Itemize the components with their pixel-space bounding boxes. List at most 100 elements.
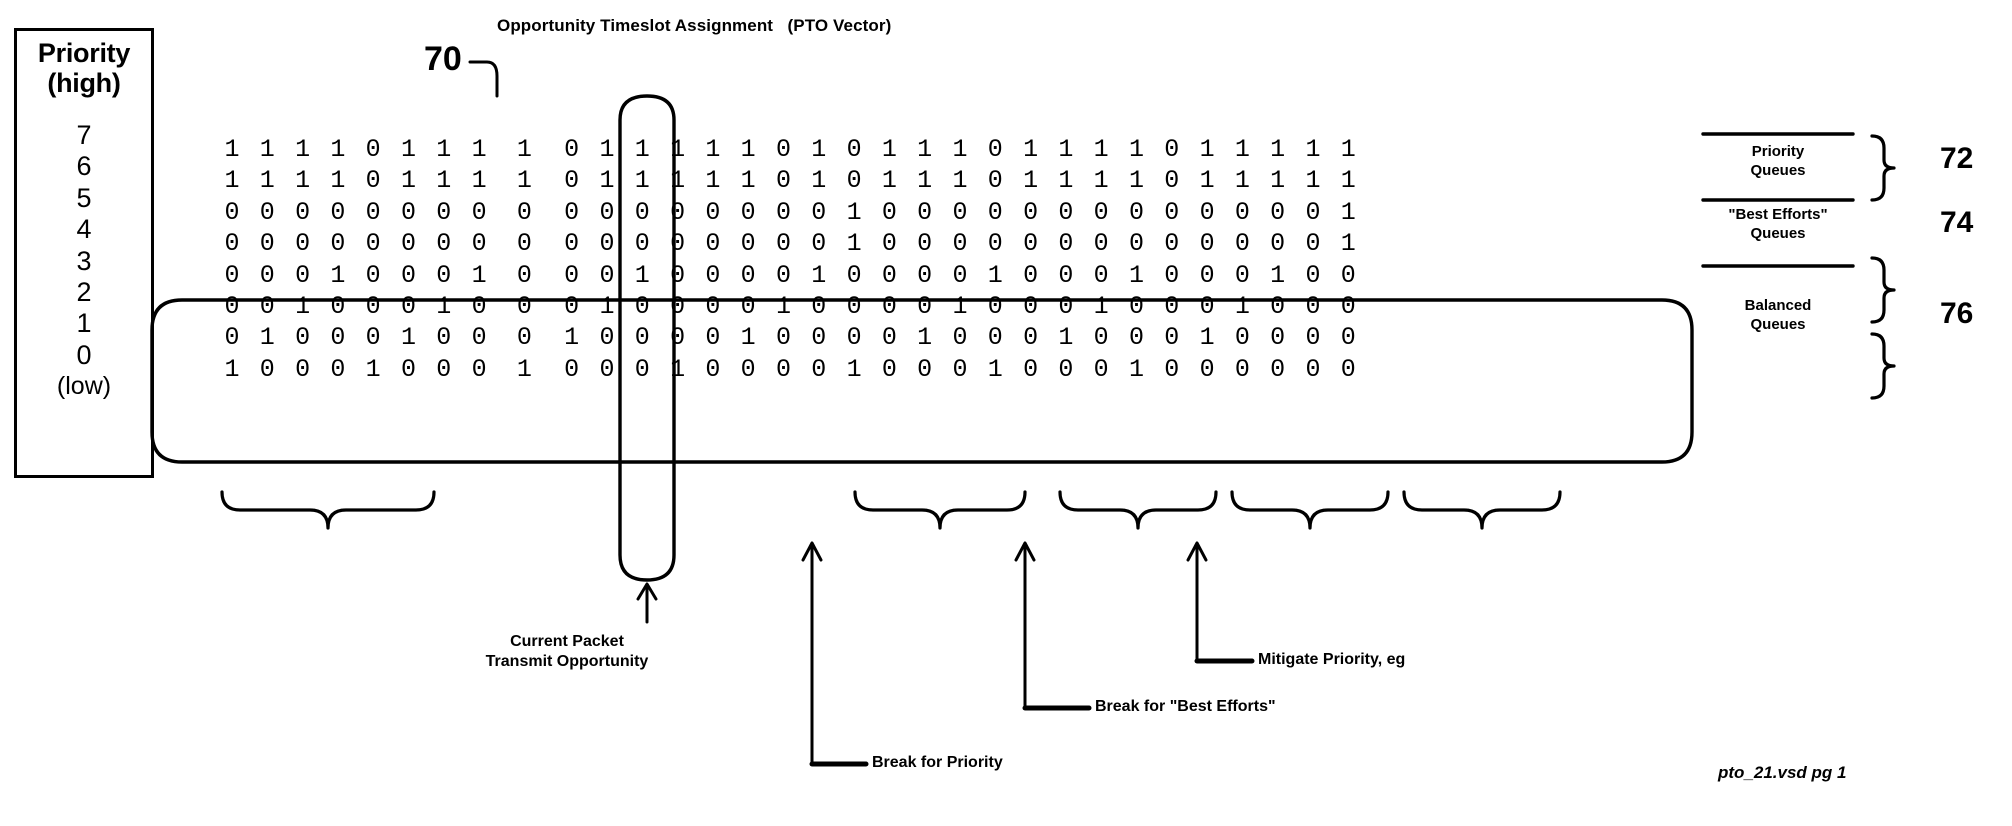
bit-p7-c16: 1 [811,135,827,164]
bit-p1-c28: 0 [1234,323,1250,353]
bit-p4-c26: 0 [1164,229,1180,259]
bit-p4-c15: 0 [775,229,791,259]
bit-p4-c23: 0 [1058,229,1074,259]
bit-p0-c26: 0 [1164,354,1180,384]
bit-p0-current: 1 [516,354,532,384]
bit-p6-c1: 1 [259,166,275,196]
bit-p3-c9: 0 [564,260,580,290]
bit-p1-c11: 0 [634,323,650,353]
bit-p3-c28: 0 [1234,260,1250,290]
bit-p1-c12: 0 [670,323,686,353]
bit-p3-c31: 0 [1340,260,1356,290]
bit-p2-c30: 0 [1305,292,1321,321]
bit-p4-c17: 1 [846,229,862,259]
bit-p0-c10: 0 [599,354,615,384]
bit-p5-c2: 0 [295,197,311,227]
bit-p3-c17: 0 [846,260,862,290]
bit-p6-c13: 1 [705,166,721,196]
bit-p3-c7: 1 [471,260,487,290]
bit-p4-c22: 0 [1023,229,1039,259]
bit-p1-c2: 0 [295,323,311,353]
bit-p2-c25: 0 [1128,292,1144,321]
bit-p3-c21: 1 [987,260,1003,290]
priority-box-footer: (low) [56,372,112,401]
bit-p6-c3: 1 [330,166,346,196]
bit-p5-c0: 0 [224,197,240,227]
bit-p1-c23: 1 [1058,323,1074,353]
bit-p6-c5: 1 [400,166,416,196]
bit-p4-c18: 0 [881,229,897,259]
bit-p6-c11: 1 [634,166,650,196]
bit-p6-c27: 1 [1199,166,1215,196]
bit-p5-c1: 0 [259,197,275,227]
bit-p5-c13: 0 [705,197,721,227]
priority-level-list: 7 6 5 4 3 2 1 0 (low) [17,120,151,402]
bit-p2-c10: 1 [599,292,615,321]
bit-p4-c1: 0 [259,229,275,259]
bit-p2-c27: 0 [1199,292,1215,321]
bit-p4-c3: 0 [330,229,346,259]
bit-p2-c5: 0 [400,292,416,321]
bit-p5-c12: 0 [670,197,686,227]
bit-p6-c0: 1 [224,166,240,196]
bit-p7-c21: 0 [987,135,1003,164]
bit-p3-c10: 0 [599,260,615,290]
bit-p1-c16: 0 [811,323,827,353]
bit-p1-c13: 0 [705,323,721,353]
bit-p0-c6: 0 [436,354,452,384]
bit-p4-c25: 0 [1128,229,1144,259]
bit-p5-c16: 0 [811,197,827,227]
bit-p7-c4: 0 [365,135,381,164]
bit-p2-c20: 1 [952,292,968,321]
bit-p4-c27: 0 [1199,229,1215,259]
page-title: Opportunity Timeslot Assignment (PTO Vec… [497,16,892,35]
bit-p2-c28: 1 [1234,292,1250,321]
priority-level-5: 5 [76,182,92,213]
bit-p0-c16: 0 [811,354,827,384]
bit-p7-c17: 0 [846,135,862,164]
bit-p0-c15: 0 [775,354,791,384]
bit-p3-c24: 0 [1093,260,1109,290]
bit-p0-c23: 0 [1058,354,1074,384]
bit-p5-c4: 0 [365,197,381,227]
bit-p3-c15: 0 [775,260,791,290]
bit-p5-c21: 0 [987,197,1003,227]
bit-p5-c28: 0 [1234,197,1250,227]
bit-p4-c2: 0 [295,229,311,259]
bit-p2-c1: 0 [259,292,275,321]
bottom-brace-3 [1058,490,1218,530]
bit-p4-c20: 0 [952,229,968,259]
bit-p3-c20: 0 [952,260,968,290]
bit-p2-c17: 0 [846,292,862,321]
bit-p0-c14: 0 [740,354,756,384]
bit-p7-c20: 1 [952,135,968,164]
bit-p2-c9: 0 [564,292,580,321]
bit-p7-c18: 1 [881,135,897,164]
bit-p6-c30: 1 [1305,166,1321,196]
bit-p2-c19: 0 [917,292,933,321]
bit-p3-c11: 1 [634,260,650,290]
bit-p2-c7: 0 [471,292,487,321]
bit-p2-c31: 0 [1340,292,1356,321]
priority-box-header: Priority (high) [17,31,151,98]
bit-p4-c28: 0 [1234,229,1250,259]
bit-p0-c5: 0 [400,354,416,384]
bit-p3-c18: 0 [881,260,897,290]
reference-number-70: 70 [424,40,462,78]
bit-p0-c27: 0 [1199,354,1215,384]
bit-p4-c29: 0 [1270,229,1286,259]
bit-p2-c23: 0 [1058,292,1074,321]
bit-p0-c13: 0 [705,354,721,384]
bit-p0-c2: 0 [295,354,311,384]
bit-p6-c7: 1 [471,166,487,196]
bit-p7-c11: 1 [634,135,650,164]
bit-p5-c18: 0 [881,197,897,227]
bit-p5-c24: 0 [1093,197,1109,227]
bit-p1-c25: 0 [1128,323,1144,353]
bit-p4-c6: 0 [436,229,452,259]
bit-p7-c2: 1 [295,135,311,164]
bit-p5-c5: 0 [400,197,416,227]
bit-p2-c3: 0 [330,292,346,321]
bit-p6-c25: 1 [1128,166,1144,196]
bit-p2-c11: 0 [634,292,650,321]
